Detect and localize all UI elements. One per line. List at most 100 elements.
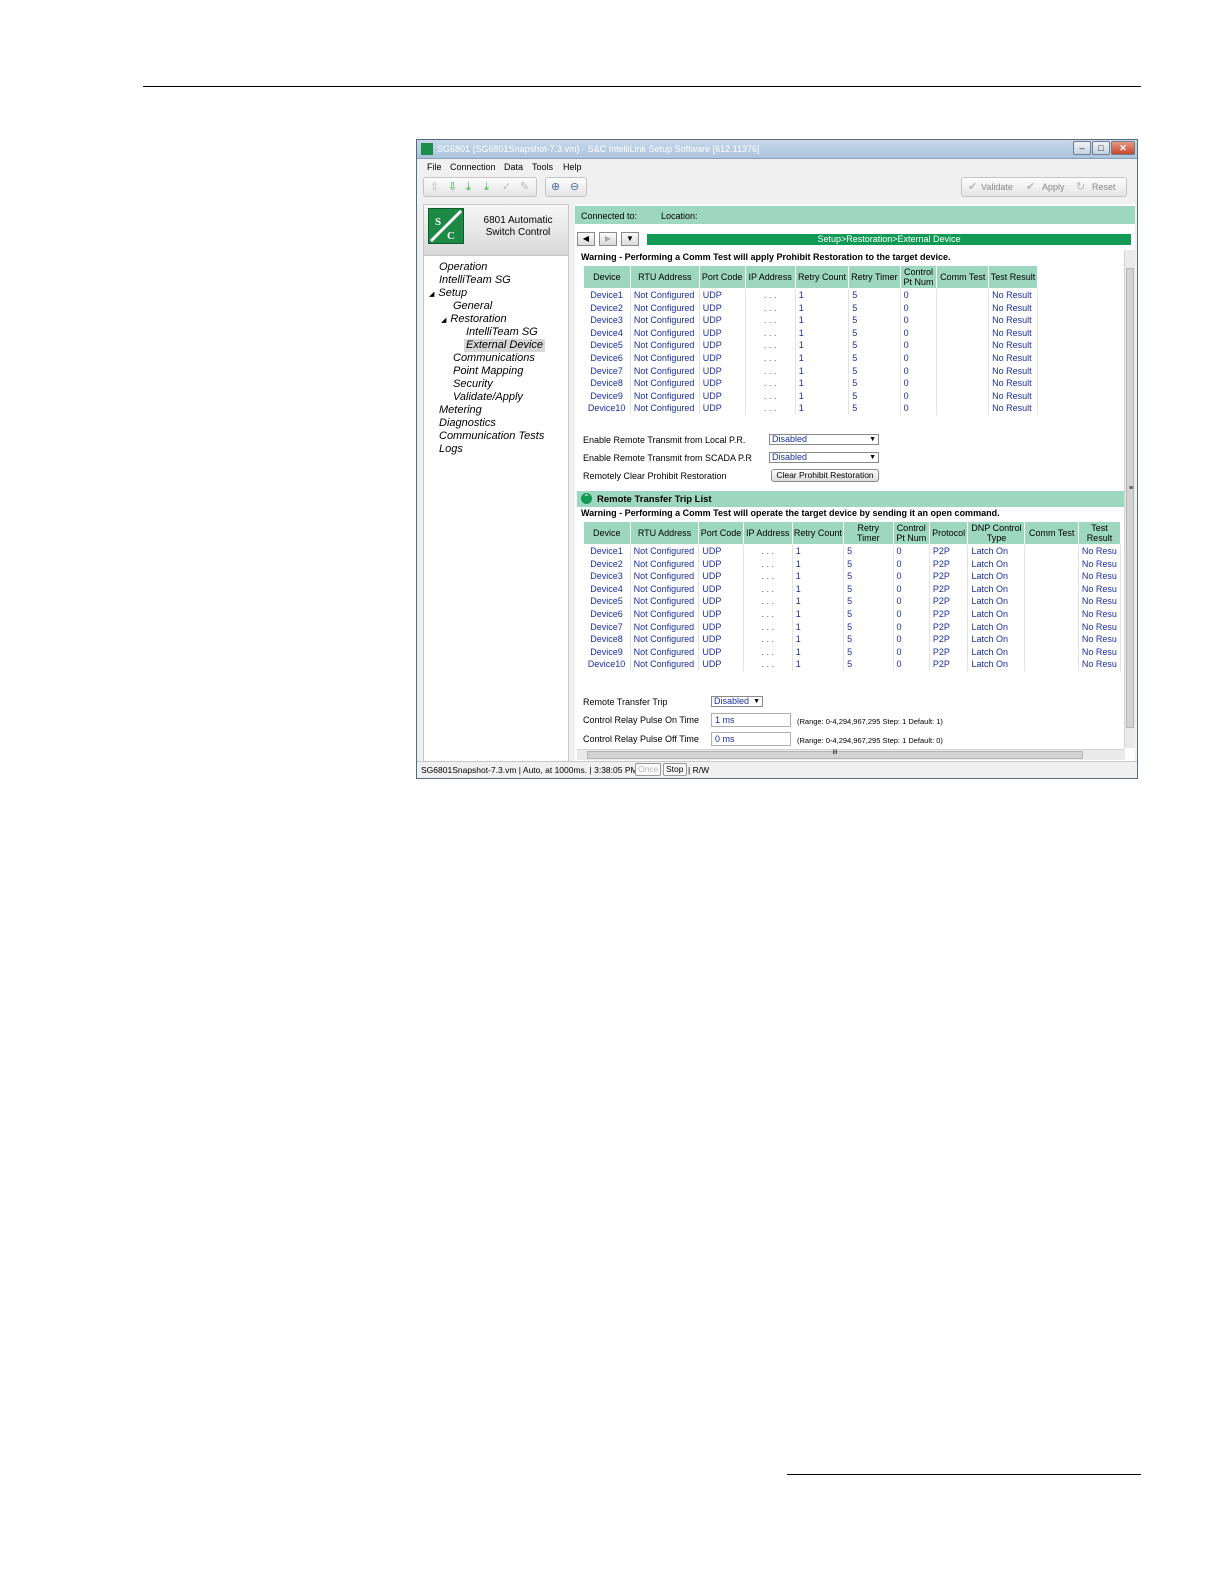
table-cell[interactable]: Latch On (967, 595, 1026, 608)
column-header[interactable]: Retry Count (791, 521, 845, 545)
table-cell[interactable]: 0 (900, 389, 938, 403)
table-cell[interactable]: . . . (745, 351, 796, 365)
expand-triangle-icon[interactable]: ◢ (429, 291, 434, 298)
column-header[interactable]: Comm Test (1024, 521, 1079, 545)
minimize-button[interactable]: – (1073, 141, 1091, 155)
table-cell[interactable]: 0 (900, 351, 938, 365)
table-cell[interactable]: . . . (745, 389, 796, 403)
nav-point-mapping[interactable]: Point Mapping (453, 365, 523, 378)
table-cell[interactable]: 5 (848, 301, 901, 315)
table-cell[interactable]: Latch On (967, 620, 1026, 634)
table-cell[interactable]: 0 (893, 595, 930, 608)
column-header[interactable]: Protocol (928, 521, 969, 545)
nav-intelliteam[interactable]: IntelliTeam SG (439, 274, 511, 287)
table-cell[interactable]: Not Configured (630, 377, 700, 390)
zoom-out-icon[interactable]: ⊖ (570, 181, 579, 193)
table-cell[interactable] (1024, 557, 1079, 571)
table-cell[interactable]: Latch On (967, 607, 1026, 621)
table-cell[interactable]: 0 (900, 339, 938, 352)
table-cell[interactable]: 0 (893, 544, 930, 558)
table-cell[interactable]: Not Configured (630, 607, 700, 621)
table-cell[interactable]: Latch On (967, 645, 1026, 659)
table-row[interactable]: Device5 Not Configured UDP. . . 1 5 0 No Resul… (583, 339, 1038, 352)
table-cell[interactable]: No Resu (1078, 633, 1122, 646)
title-bar[interactable]: SG6801 (SG6801Snapshot-7.3.vm) - S&C Int… (417, 140, 1137, 159)
table-cell[interactable]: . . . (745, 288, 796, 302)
table-row[interactable]: Device4 Not Configured UDP. . . 1 5 0 P2P Latch… (583, 582, 1122, 596)
menu-connection[interactable]: Connection (450, 162, 496, 172)
menu-file[interactable]: File (427, 162, 442, 172)
table-cell[interactable] (936, 339, 990, 352)
table-cell[interactable]: Device4 (583, 582, 631, 596)
table-row[interactable]: Device2 Not Configured UDP. . . 1 5 0 No Resul… (583, 301, 1038, 315)
table-cell[interactable]: Not Configured (630, 402, 700, 415)
table-cell[interactable]: 1 (795, 314, 850, 327)
table-cell[interactable]: P2P (929, 658, 969, 671)
table-row[interactable]: Device10 Not Configured UDP. . . 1 5 0 P2P Latc… (583, 658, 1122, 671)
column-header[interactable]: Device (583, 521, 631, 545)
back-button[interactable]: ◀ (577, 232, 595, 246)
table-cell[interactable]: 1 (792, 557, 845, 571)
nav-communication-tests[interactable]: Communication Tests (439, 430, 544, 443)
table-cell[interactable]: . . . (745, 301, 796, 315)
table-cell[interactable]: No Resu (1078, 557, 1122, 571)
table-cell[interactable]: 1 (795, 389, 850, 403)
table-cell[interactable]: P2P (929, 620, 969, 634)
table-cell[interactable]: 0 (893, 607, 930, 621)
nav-logs[interactable]: Logs (439, 443, 463, 456)
table-cell[interactable]: 5 (848, 288, 901, 302)
table-row[interactable]: Device8 Not Configured UDP. . . 1 5 0 No Resul… (583, 377, 1038, 390)
column-header[interactable]: Port Code (698, 521, 744, 545)
table-row[interactable]: Device7 Not Configured UDP. . . 1 5 0 P2P Latch… (583, 620, 1122, 634)
table-cell[interactable] (936, 301, 990, 315)
table-cell[interactable]: Device6 (583, 351, 631, 365)
table-cell[interactable]: . . . (743, 607, 793, 621)
table-cell[interactable]: UDP (699, 288, 746, 302)
column-header[interactable]: RTU Address (629, 521, 700, 545)
table-cell[interactable]: No Result (988, 389, 1038, 403)
table-cell[interactable]: UDP (698, 544, 744, 558)
nav-general[interactable]: General (453, 300, 492, 313)
table-cell[interactable]: 0 (893, 620, 930, 634)
table-cell[interactable]: UDP (698, 620, 744, 634)
table-cell[interactable]: Device1 (583, 288, 631, 302)
table-cell[interactable]: UDP (698, 658, 744, 671)
table-row[interactable]: Device1 Not Configured UDP. . . 1 5 0 No Resul… (583, 288, 1038, 302)
table-cell[interactable]: Device8 (583, 377, 631, 390)
table-cell[interactable]: 0 (900, 314, 938, 327)
table-cell[interactable]: UDP (698, 582, 744, 596)
table-cell[interactable]: 1 (795, 339, 850, 352)
table-cell[interactable] (936, 402, 990, 415)
table-cell[interactable] (936, 288, 990, 302)
table-cell[interactable]: Device9 (583, 645, 631, 659)
table-cell[interactable]: Latch On (967, 544, 1026, 558)
table-row[interactable]: Device6 Not Configured UDP. . . 1 5 0 P2P Latch… (583, 607, 1122, 621)
expand-triangle-icon[interactable]: ◢ (441, 317, 446, 324)
table-cell[interactable]: Device2 (583, 557, 631, 571)
nav-restoration[interactable]: ◢ Restoration (441, 313, 507, 327)
table-cell[interactable]: . . . (745, 339, 796, 352)
table-cell[interactable]: 5 (848, 326, 901, 340)
nav-restoration-intelliteam[interactable]: IntelliTeam SG (466, 326, 538, 339)
local-pr-select[interactable]: Disabled ▼ (769, 434, 879, 445)
table-cell[interactable]: 0 (893, 582, 930, 596)
table-cell[interactable]: Latch On (967, 570, 1026, 583)
table-cell[interactable]: 5 (843, 607, 894, 621)
table-row[interactable]: Device4 Not Configured UDP. . . 1 5 0 No Resul… (583, 326, 1038, 340)
table-cell[interactable]: Not Configured (630, 595, 700, 608)
table-cell[interactable]: No Result (988, 314, 1038, 327)
table-cell[interactable]: Latch On (967, 557, 1026, 571)
table-cell[interactable]: 5 (843, 582, 894, 596)
table-cell[interactable] (1024, 570, 1079, 583)
column-header[interactable]: DNP Control Type (967, 521, 1026, 545)
table-cell[interactable]: 1 (795, 364, 850, 378)
table-cell[interactable]: Device10 (583, 658, 631, 671)
table-cell[interactable] (936, 389, 990, 403)
rtt-select[interactable]: Disabled ▼ (711, 696, 763, 707)
table-cell[interactable]: 5 (848, 314, 901, 327)
table-cell[interactable] (936, 326, 990, 340)
table-cell[interactable]: Not Configured (630, 314, 700, 327)
nav-validate-apply[interactable]: Validate/Apply (453, 391, 523, 404)
table-cell[interactable]: Not Configured (630, 288, 700, 302)
table-cell[interactable]: Not Configured (630, 582, 700, 596)
